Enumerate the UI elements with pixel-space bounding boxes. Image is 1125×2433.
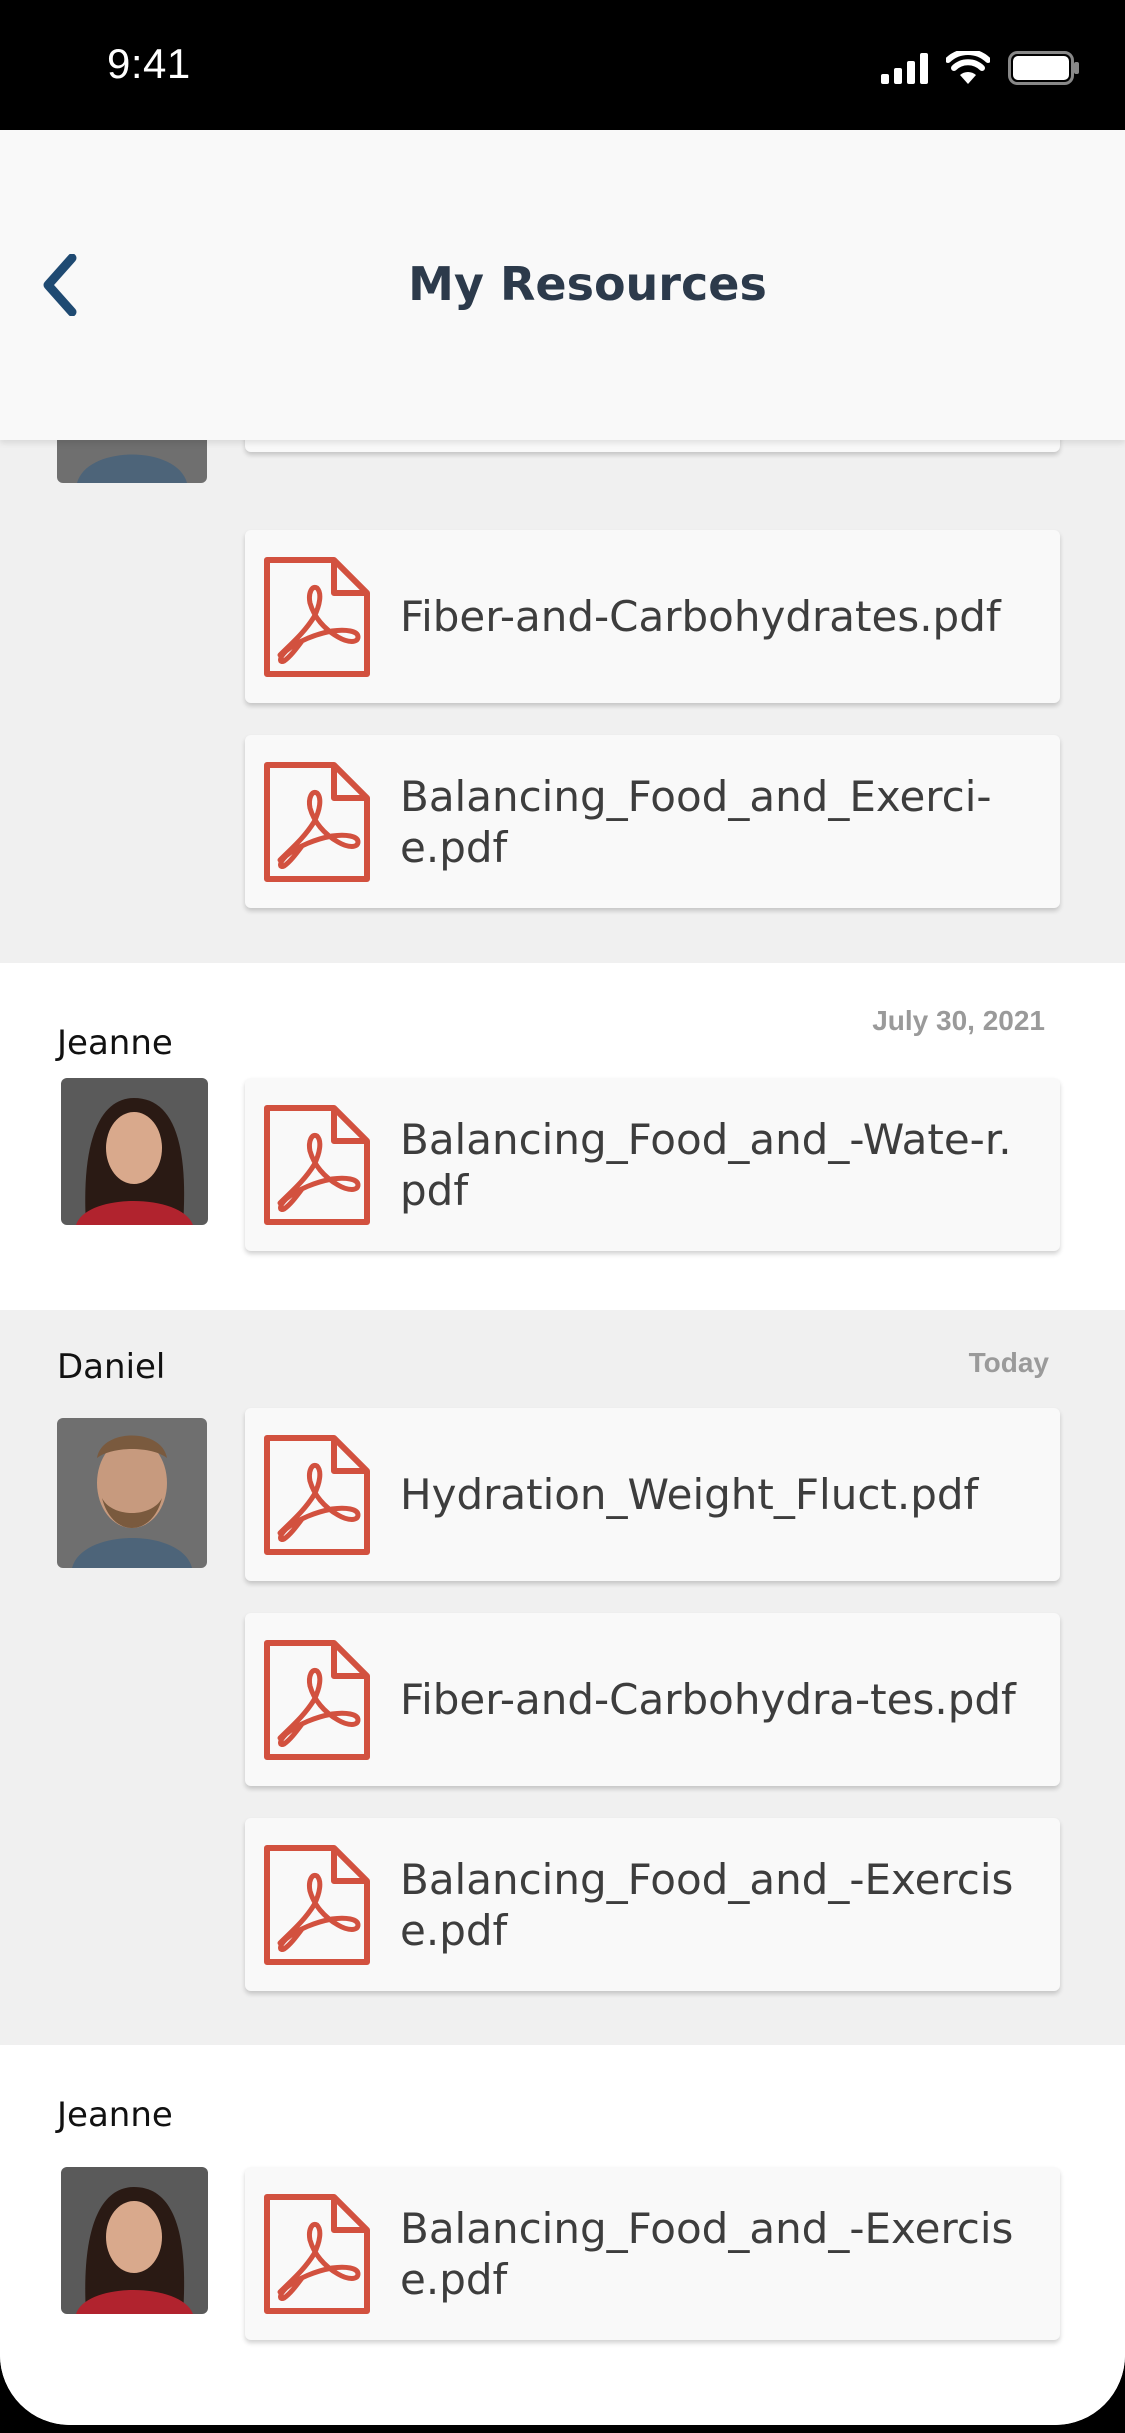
pdf-file-icon [262,2192,372,2316]
status-time: 9:41 [107,40,191,87]
pdf-file-icon [262,1433,372,1557]
pdf-file-icon [262,1843,372,1967]
file-card[interactable]: Fiber-and-Carbohydra-tes.pdf [245,1613,1060,1786]
file-card[interactable]: Balancing_Food_and_-Exercise.pdf [245,1818,1060,1991]
sender-name: Jeanne [57,2095,173,2135]
status-icons [881,48,1080,88]
avatar [61,1078,208,1225]
resource-group: Daniel Today Hydration_Weight_Fluct.pdf … [0,1310,1125,2045]
status-bar: 9:41 [0,0,1125,130]
date-label: Today [968,1347,1049,1378]
file-name: Balancing_Food_and_-Exercise.pdf [400,1854,1014,1955]
file-name: Hydration_Weight_Fluct.pdf [400,1470,979,1519]
file-name: Balancing_Food_and_Exerci-e.pdf [400,771,992,872]
cellular-signal-icon [881,52,928,84]
wifi-icon [946,51,990,84]
pdf-file-icon [262,1638,372,1762]
avatar-photo [57,1418,207,1568]
file-name: Fiber-and-Carbohydrates.pdf [400,592,1001,641]
avatar-photo [61,2167,208,2314]
file-card[interactable]: Balancing_Food_and_Exerci-e.pdf [245,735,1060,908]
navigation-header: My Resources [0,130,1125,440]
file-card[interactable]: Hydration_Weight_Fluct.pdf [245,1408,1060,1581]
date-label: July 30, 2021 [872,1005,1045,1036]
file-card[interactable]: Balancing_Food_and_-Exercise.pdf [245,2167,1060,2340]
avatar-photo [61,1078,208,1225]
resource-group: Jeanne July 30, 2021 Balancing_Food_and_… [0,963,1125,1310]
pdf-file-icon [262,555,372,679]
file-card[interactable]: Fiber-and-Carbohydrates.pdf [245,530,1060,703]
pdf-file-icon [262,1103,372,1227]
file-card[interactable]: Balancing_Food_and_-Wate-r.pdf [245,1078,1060,1251]
page-title: My Resources [408,257,767,311]
pdf-file-icon [262,760,372,884]
avatar [57,1418,207,1568]
file-name: Fiber-and-Carbohydra-tes.pdf [400,1675,1016,1724]
battery-icon [1008,51,1079,85]
avatar [61,2167,208,2314]
file-name: Balancing_Food_and_-Exercise.pdf [400,2203,1014,2304]
resource-group: Jeanne Balancing_Food_and_-Exercise.pdf [0,2045,1125,2425]
sender-name: Jeanne [57,1023,173,1063]
file-name: Balancing_Food_and_-Wate-r.pdf [400,1114,1012,1215]
screen: My Resources pdf Fiber-and-Carbohydrates… [0,130,1125,2425]
sender-name: Daniel [57,1347,166,1387]
